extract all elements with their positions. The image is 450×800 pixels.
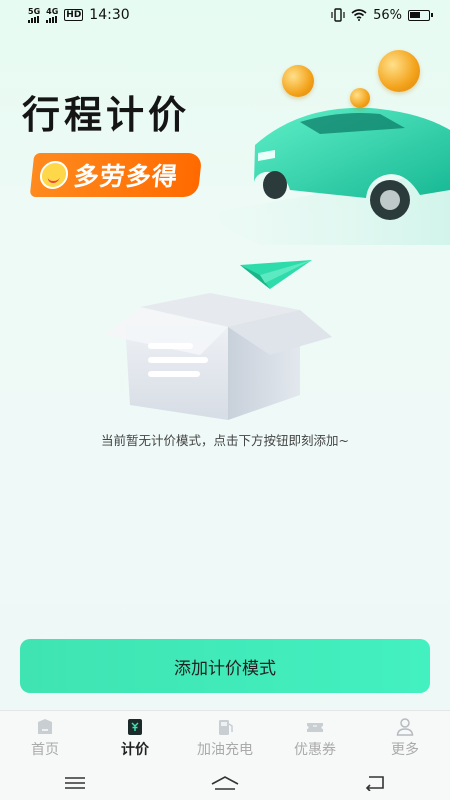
add-pricing-mode-button[interactable]: 添加计价模式	[20, 639, 430, 693]
empty-box-icon	[105, 260, 332, 420]
back-icon	[365, 776, 384, 791]
home-nav-icon	[211, 776, 239, 790]
fuel-icon	[219, 720, 233, 735]
tab-coupons[interactable]: 优惠券	[270, 711, 360, 766]
signal-bars-icon	[28, 15, 39, 23]
pricing-icon	[128, 719, 142, 735]
tab-home[interactable]: 首页	[0, 711, 90, 766]
tab-more[interactable]: 更多	[360, 711, 450, 766]
signal-label-2: 4G	[46, 6, 59, 16]
tab-label-home: 首页	[31, 742, 59, 758]
bottom-tab-bar: 首页 计价 加油充电 优惠券 更多	[0, 710, 450, 766]
empty-state-message: 当前暂无计价模式，点击下方按钮即刻添加~	[101, 433, 349, 448]
battery-percent: 56%	[373, 7, 402, 23]
signal-bars-icon	[46, 15, 58, 23]
banner-badge: 多劳多得	[29, 153, 203, 197]
smile-icon	[38, 161, 70, 189]
tab-label-coupons: 优惠券	[294, 742, 336, 758]
tab-label-pricing: 计价	[121, 742, 149, 758]
signal-indicator-1: 5G	[28, 6, 41, 23]
hd-badge: HD	[64, 9, 84, 21]
coin-icon	[350, 88, 370, 108]
menu-nav-button[interactable]	[55, 771, 95, 795]
signal-indicator-2: 4G	[46, 6, 59, 23]
status-right: 56%	[331, 7, 433, 23]
empty-box-illustration	[100, 255, 350, 425]
system-nav-bar	[0, 766, 450, 800]
home-nav-button[interactable]	[205, 771, 245, 795]
tab-label-more: 更多	[391, 742, 419, 758]
status-bar: 5G 4G HD 14:30 56%	[0, 0, 450, 30]
tab-label-fuel-charge: 加油充电	[197, 742, 253, 758]
battery-icon	[408, 9, 433, 21]
banner-title: 行程计价	[22, 93, 191, 137]
user-icon	[396, 718, 414, 736]
coin-icon	[378, 50, 420, 92]
home-icon	[38, 719, 52, 734]
menu-icon	[65, 777, 85, 789]
coupon-icon	[307, 723, 323, 732]
tab-fuel-charge[interactable]: 加油充电	[180, 711, 270, 766]
wifi-icon	[351, 9, 367, 21]
banner: 行程计价 多劳多得	[0, 30, 450, 250]
back-nav-button[interactable]	[355, 771, 395, 795]
status-left: 5G 4G HD 14:30	[28, 7, 130, 23]
vibrate-icon	[331, 8, 345, 22]
tab-pricing[interactable]: 计价	[90, 711, 180, 766]
signal-label-1: 5G	[28, 6, 41, 16]
status-time: 14:30	[89, 7, 130, 23]
coin-icon	[282, 65, 314, 97]
badge-text: 多劳多得	[72, 162, 180, 191]
